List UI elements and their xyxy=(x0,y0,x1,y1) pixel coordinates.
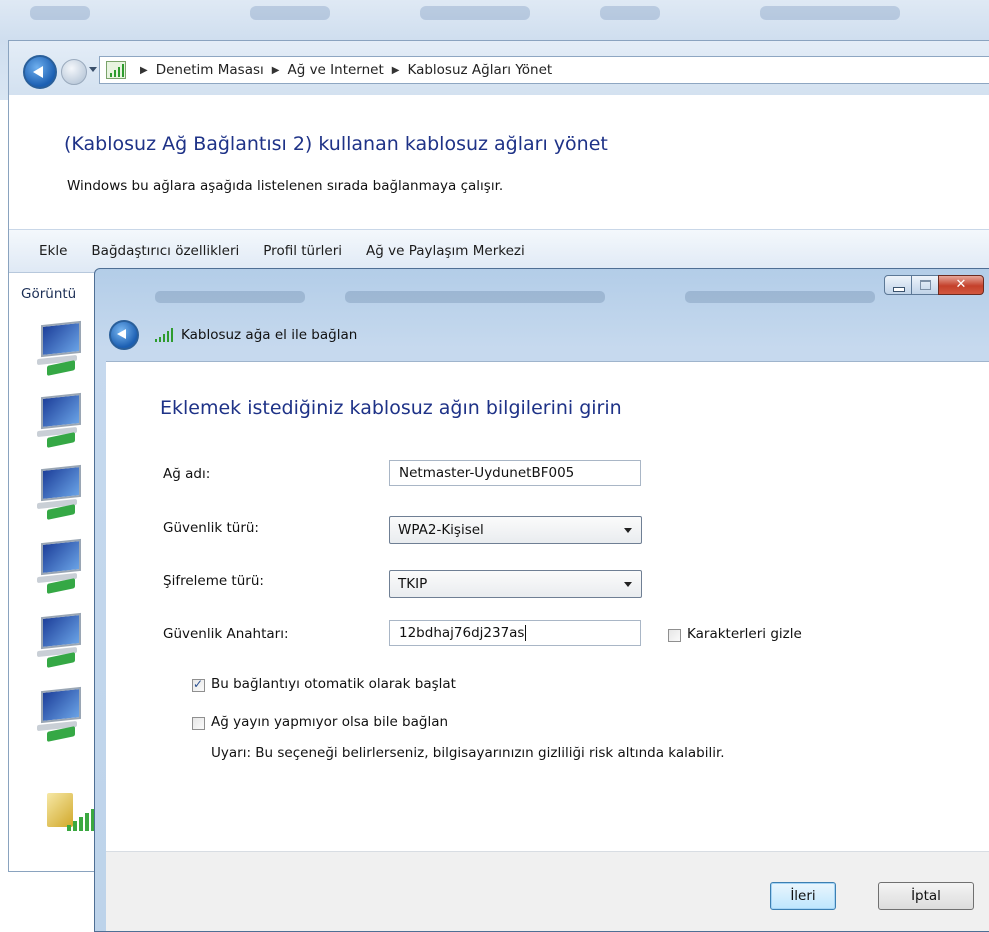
address-bar-area: ▶ Denetim Masası ▶ Ağ ve Internet ▶ Kabl… xyxy=(9,41,989,95)
network-sharing-center-command[interactable]: Ağ ve Paylaşım Merkezi xyxy=(366,243,525,259)
encryption-type-label: Şifreleme türü: xyxy=(163,573,264,589)
dialog-back-button[interactable] xyxy=(109,320,139,350)
dialog-heading: Eklemek istediğiniz kablosuz ağın bilgil… xyxy=(160,397,622,419)
minimize-icon xyxy=(893,287,905,292)
security-key-value: 12bdhaj76dj237as xyxy=(399,625,525,641)
wireless-network-icon[interactable] xyxy=(33,686,83,743)
page-title: (Kablosuz Ağ Bağlantısı 2) kullanan kabl… xyxy=(64,133,608,155)
maximize-button[interactable] xyxy=(911,275,939,295)
security-type-label: Güvenlik türü: xyxy=(163,520,259,536)
breadcrumb-item-control-panel[interactable]: Denetim Masası xyxy=(156,62,264,78)
wireless-network-icon[interactable] xyxy=(33,612,83,669)
text-caret xyxy=(525,625,527,641)
window-controls: ✕ xyxy=(884,275,984,295)
wireless-network-icon[interactable] xyxy=(33,538,83,595)
dialog-header: Kablosuz ağa el ile bağlan xyxy=(103,311,989,359)
blurred-background-text xyxy=(685,291,875,303)
encryption-type-select[interactable]: TKIP xyxy=(389,570,642,598)
hide-characters-checkbox[interactable] xyxy=(668,629,681,642)
blurred-background-text xyxy=(155,291,305,303)
address-field[interactable]: ▶ Denetim Masası ▶ Ağ ve Internet ▶ Kabl… xyxy=(99,56,989,84)
breadcrumb-separator-icon: ▶ xyxy=(140,64,148,76)
signal-bars-icon xyxy=(67,809,97,831)
auto-start-checkbox[interactable] xyxy=(192,677,205,692)
network-name-label: Ağ adı: xyxy=(163,466,211,482)
wireless-network-icon[interactable] xyxy=(33,392,83,449)
auto-start-label[interactable]: Bu bağlantıyı otomatik olarak başlat xyxy=(211,676,456,692)
breadcrumb-separator-icon: ▶ xyxy=(271,64,280,76)
security-key-input[interactable]: 12bdhaj76dj237as xyxy=(389,620,641,646)
security-type-value: WPA2-Kişisel xyxy=(398,522,484,538)
privacy-warning: Uyarı: Bu seçeneği belirlerseniz, bilgis… xyxy=(211,745,725,761)
blurred-background-text xyxy=(345,291,605,303)
connect-hidden-checkbox[interactable] xyxy=(192,717,205,730)
close-icon: ✕ xyxy=(955,277,967,292)
back-button[interactable] xyxy=(23,55,57,89)
breadcrumb-separator-icon: ▶ xyxy=(391,64,400,76)
connect-hidden-label[interactable]: Ağ yayın yapmıyor olsa bile bağlan xyxy=(211,714,448,730)
security-key-label: Güvenlik Anahtarı: xyxy=(163,626,289,642)
recent-pages-dropdown-icon[interactable] xyxy=(89,67,97,72)
maximize-icon xyxy=(920,280,931,290)
dialog-footer: İleri İptal xyxy=(106,851,989,931)
blurred-toolbar-item xyxy=(600,6,660,20)
blurred-toolbar-item xyxy=(250,6,330,20)
page-description: Windows bu ağlara aşağıda listelenen sır… xyxy=(67,178,504,194)
dialog-content: Eklemek istediğiniz kablosuz ağın bilgil… xyxy=(106,361,989,852)
wireless-network-icon[interactable] xyxy=(33,464,83,521)
view-label: Görüntü xyxy=(21,286,77,302)
network-name-input[interactable]: Netmaster-UydunetBF005 xyxy=(389,460,641,486)
next-button[interactable]: İleri xyxy=(770,882,836,910)
security-type-select[interactable]: WPA2-Kişisel xyxy=(389,516,642,544)
wireless-signal-icon xyxy=(153,328,175,342)
encryption-type-value: TKIP xyxy=(398,576,428,592)
network-signal-icon xyxy=(106,61,126,79)
dropdown-arrow-icon xyxy=(624,528,632,533)
command-bar: Ekle Bağdaştırıcı özellikleri Profil tür… xyxy=(9,229,989,273)
close-button[interactable]: ✕ xyxy=(938,275,984,295)
dialog-title: Kablosuz ağa el ile bağlan xyxy=(181,327,358,343)
hide-characters-label[interactable]: Karakterleri gizle xyxy=(687,626,802,642)
blurred-toolbar-item xyxy=(30,6,90,20)
manual-connect-dialog: ✕ Kablosuz ağa el ile bağlan Eklemek ist… xyxy=(94,268,989,932)
blurred-toolbar-item xyxy=(420,6,530,20)
breadcrumb-item-manage-wireless[interactable]: Kablosuz Ağları Yönet xyxy=(407,62,552,78)
profile-types-command[interactable]: Profil türleri xyxy=(263,243,342,259)
adapter-properties-command[interactable]: Bağdaştırıcı özellikleri xyxy=(91,243,239,259)
blurred-toolbar-item xyxy=(760,6,900,20)
cancel-button[interactable]: İptal xyxy=(878,882,974,910)
add-command[interactable]: Ekle xyxy=(39,243,67,259)
minimize-button[interactable] xyxy=(884,275,912,295)
breadcrumb-item-network-internet[interactable]: Ağ ve Internet xyxy=(287,62,383,78)
wireless-network-icon[interactable] xyxy=(33,320,83,377)
dropdown-arrow-icon xyxy=(624,582,632,587)
forward-button[interactable] xyxy=(61,59,87,85)
